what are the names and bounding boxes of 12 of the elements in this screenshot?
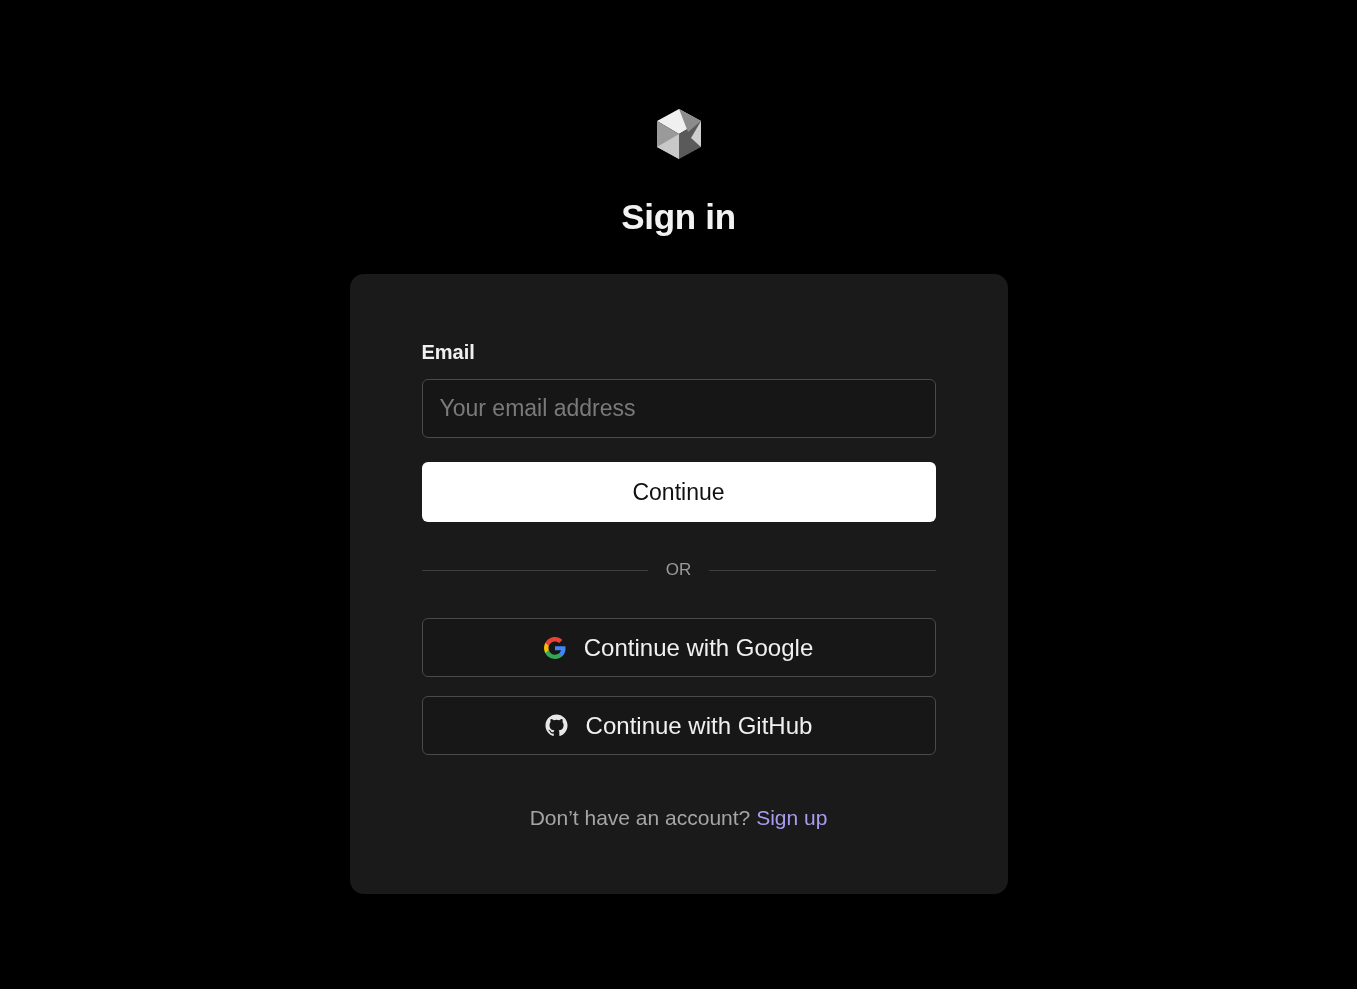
email-label: Email: [421, 340, 475, 364]
cube-logo-icon: [654, 108, 703, 160]
sign-up-link[interactable]: Sign up: [756, 806, 828, 829]
google-g-icon: [543, 636, 566, 659]
github-sign-in-button[interactable]: Continue with GitHub: [421, 696, 936, 755]
github-octocat-icon: [544, 714, 568, 737]
sign-up-prompt: Don’t have an account? Sign up: [529, 806, 828, 830]
divider-label: OR: [665, 560, 692, 580]
google-sign-in-button[interactable]: Continue with Google: [421, 618, 936, 677]
email-input[interactable]: Your email address: [421, 379, 936, 438]
page-title: Sign in: [621, 196, 736, 238]
continue-button[interactable]: Continue: [421, 462, 936, 522]
